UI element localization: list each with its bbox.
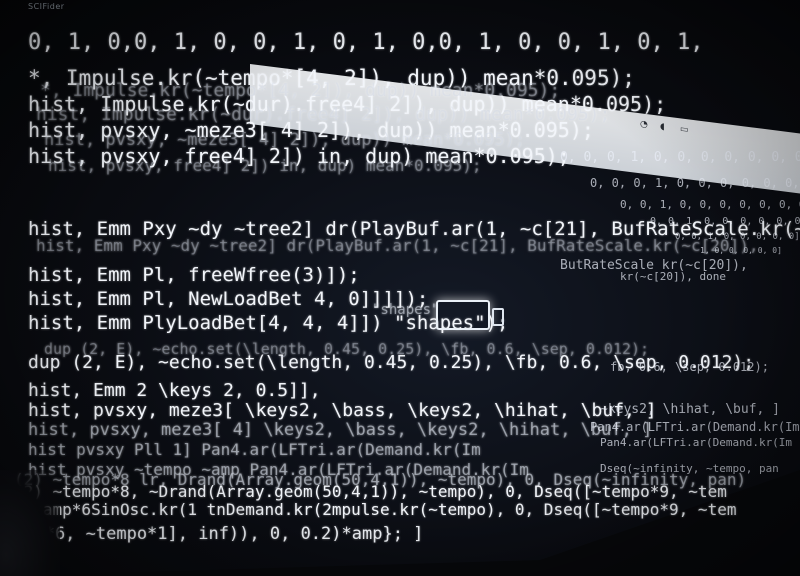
stream-row: 0, 0, 1, 0, 0, 0, 0, 0, 0]: [650, 216, 800, 227]
code-line: hist, Emm Pl, NewLoadBet 4, 0]]]]);: [28, 288, 429, 310]
code-line: 0.samp*6SinOsc.kr(1 tnDemand.kr(2mpulse.…: [14, 500, 737, 519]
echo-line: hist, pvsxy, ~meze3[ 4] 2]), dup)) mean*…: [44, 130, 526, 150]
code-line: (2) ~tempo*8, ~Drand(Array.geom(50,4,1))…: [14, 482, 727, 501]
code-line: hist pvsxy Pll 1] Pan4.ar(LFTri.ar(Deman…: [28, 440, 481, 459]
speaker-icon: [436, 300, 504, 330]
stream-row: Pan4.ar(LFTri.ar(Demand.kr(Im: [600, 436, 793, 449]
code-line: hist, Emm Pl, freeWfree(3)]);: [28, 264, 360, 286]
echo-line: hist, Emm Pxy ~dy ~tree2] dr(PlayBuf.ar(…: [36, 236, 759, 255]
stream-row: fb, 0.6, \sep, 0.012);: [610, 360, 769, 374]
center-label: "shapes": [372, 302, 440, 318]
echo-line: hist, pvsxy, free4] 2]) in, dup) mean*0.…: [48, 156, 482, 175]
stream-row: Dseq(~infinity, ~tempo, pan: [600, 462, 779, 475]
stream-row: 0, 0, 1, 0, 0, 0, 0, 0, 0, 0]: [620, 198, 800, 211]
code-line: 0, 1, 0,0, 1, 0, 0, 1, 0, 1, 0,0, 1, 0, …: [28, 30, 704, 55]
stream-row: kr(~c[20]), done: [620, 270, 726, 283]
code-editor: 0, 1, 0,0, 1, 0, 0, 1, 0, 1, 0,0, 1, 0, …: [0, 0, 800, 576]
stream-row: Pan4.ar(LFTri.ar(Demand.kr(Im: [590, 420, 800, 434]
code-line: mpo*6, ~tempo*1], inf)), 0, 0.2)*amp}; ]: [14, 524, 424, 544]
projected-screen-photo: ◔ ◖ ▭ SCIFider 0, 1, 0,0, 1, 0, 0, 1, 0,…: [0, 0, 800, 576]
code-line: hist, pvsxy, meze3[ \keys2, \bass, \keys…: [28, 400, 657, 421]
stream-row: 1, 0, 0, 0, 0, 0]: [700, 246, 782, 255]
audience-silhouette: [0, 470, 60, 576]
code-line: hist, pvsxy, meze3[ 4] \keys2, \bass, \k…: [28, 420, 653, 440]
code-line: hist, Emm 2 \keys 2, 0.5]],: [28, 380, 321, 401]
echo-line: *, Impulse.kr(~tempo*[4, 2]), dup)) mean…: [40, 80, 561, 101]
echo-line: hist, Impulse.kr(~dur).free4] 2]), dup))…: [36, 104, 611, 125]
stream-row: 0, 0, 0, 1, 0, 0, 0, 0, 0, 0, 0: [560, 150, 800, 165]
stream-row: 0, 0, 1, 0, 0, 0, 0, 0]: [675, 232, 800, 242]
stream-row: 0, 0, 0, 1, 0, 0, 0, 0, 0, 0, 0: [590, 176, 800, 190]
echo-line: dup (2, E), ~echo.set(\length, 0.45, 0.2…: [44, 340, 650, 358]
stream-row: ~keys2, \hihat, \buf, ]: [600, 402, 781, 417]
